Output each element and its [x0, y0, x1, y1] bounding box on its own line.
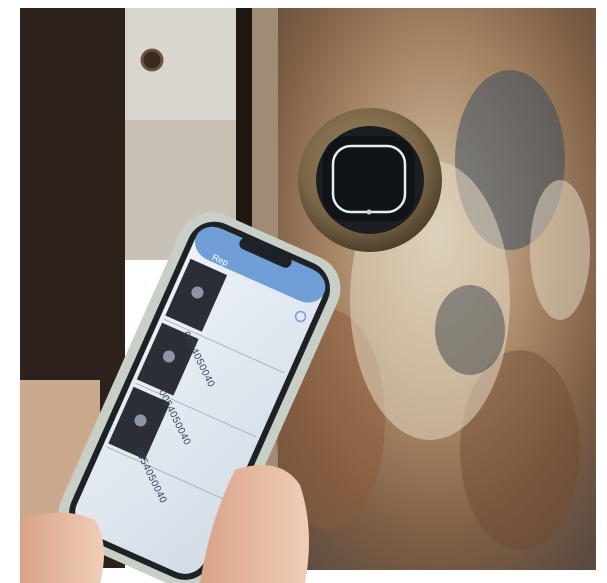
granite-cream-patch	[530, 180, 590, 320]
photo-scene	[20, 8, 596, 583]
hand-thumb	[20, 512, 104, 583]
granite-dark-spot	[435, 285, 505, 375]
door-knob	[140, 48, 164, 72]
reader-indicator-dot	[366, 209, 372, 215]
reader-face	[323, 136, 415, 222]
